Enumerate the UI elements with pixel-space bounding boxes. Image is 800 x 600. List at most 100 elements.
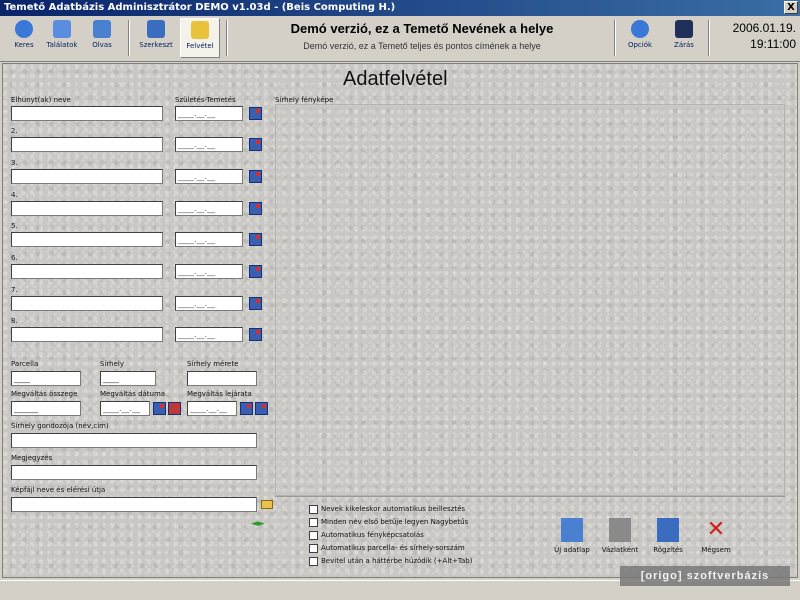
birth-death-date-field[interactable]: ____.__.__ [175, 327, 243, 342]
kepfajl-field[interactable] [11, 497, 257, 512]
sirhely-label: Sírhely [100, 360, 124, 368]
folder-icon[interactable] [261, 500, 273, 509]
megvaltas-lejarata-field[interactable]: ____.__.__ [187, 401, 237, 416]
draft-icon [609, 518, 631, 542]
watermark: [origo] szoftverbázis [620, 566, 790, 586]
edit-button[interactable]: Szerkeszt [136, 18, 176, 58]
cemetery-address: Demó verzió, ez a Temető teljes és ponto… [303, 41, 541, 51]
current-date: 2006.01.19. [732, 21, 796, 35]
option-label: Bevitel után a háttérbe húzódik (+Alt+Ta… [321, 557, 473, 565]
deceased-name-field[interactable] [11, 201, 163, 216]
megjegyzes-label: Megjegyzés [11, 454, 53, 462]
new-sheet-button[interactable]: Új adatlap [549, 516, 595, 564]
options-icon [631, 20, 649, 38]
option-label: Minden név első betűje legyen Nagybetűs [321, 518, 469, 526]
save-button[interactable]: Rögzítés [645, 516, 691, 564]
options-button[interactable]: Opciók [620, 18, 660, 58]
option-label: Nevek kikeleskor automatikus beillesztés [321, 505, 466, 513]
option-checkbox[interactable] [309, 531, 318, 540]
read-button[interactable]: Olvas [82, 18, 122, 58]
close-app-button[interactable]: Zárás [664, 18, 704, 58]
add-record-label: Felvétel [186, 42, 214, 50]
toolbar-separator [614, 20, 616, 56]
megvaltas-datuma-field[interactable]: ____.__.__ [100, 401, 150, 416]
close-app-icon [675, 20, 693, 38]
parcella-label: Parcella [11, 360, 39, 368]
birth-death-date-field[interactable]: ____.__.__ [175, 232, 243, 247]
draft-button[interactable]: Vázlatként [597, 516, 643, 564]
add-record-button[interactable]: Felvétel [180, 18, 220, 58]
cancel-icon: ✕ [706, 517, 726, 542]
cancel-button[interactable]: ✕ Mégsem [693, 516, 739, 564]
window-close-button[interactable]: X [784, 1, 798, 14]
edit-label: Szerkeszt [139, 41, 173, 49]
parcella-field[interactable]: ____ [11, 371, 81, 386]
new-sheet-icon [561, 518, 583, 542]
calendar-icon[interactable] [249, 170, 262, 183]
draft-label: Vázlatként [601, 546, 639, 554]
gondozo-field[interactable] [11, 433, 257, 448]
birth-death-label: Születés-Temetés [175, 96, 236, 104]
calendar-icon[interactable] [249, 107, 262, 120]
birth-death-date-field[interactable]: ____.__.__ [175, 201, 243, 216]
gondozo-label: Sírhely gondozója (név,cím) [11, 422, 109, 430]
calendar-icon[interactable] [153, 402, 166, 415]
prev-next-arrows-icon[interactable]: ◄► [251, 520, 267, 529]
row-number: 8. [11, 317, 18, 325]
toolbar-separator [128, 20, 130, 56]
deceased-name-field[interactable] [11, 327, 163, 342]
birth-death-date-field[interactable]: ____.__.__ [175, 169, 243, 184]
sirhely-merete-field[interactable] [187, 371, 257, 386]
read-icon [93, 20, 111, 38]
megjegyzes-field[interactable] [11, 465, 257, 480]
birth-death-date-field[interactable]: ____.__.__ [175, 106, 243, 121]
search-icon [15, 20, 33, 38]
calendar-plus-icon[interactable] [255, 402, 268, 415]
option-label: Automatikus fényképcsatolás [321, 531, 424, 539]
deceased-name-field[interactable] [11, 296, 163, 311]
birth-death-date-field[interactable]: ____.__.__ [175, 264, 243, 279]
row-number: 4. [11, 191, 18, 199]
results-label: Találatok [46, 41, 78, 49]
toolbar-separator [226, 20, 228, 56]
option-label: Automatikus parcella- és sírhely-sorszám [321, 544, 465, 552]
sirhely-field[interactable]: ____ [100, 371, 156, 386]
save-label: Rögzítés [653, 546, 683, 554]
cancel-label: Mégsem [701, 546, 731, 554]
results-button[interactable]: Találatok [42, 18, 82, 58]
deceased-name-field[interactable] [11, 232, 163, 247]
calendar-icon[interactable] [249, 328, 262, 341]
deceased-name-field[interactable] [11, 264, 163, 279]
data-entry-form: Adatfelvétel Elhunyt(ak) neve Születés-T… [2, 63, 798, 578]
search-button[interactable]: Keres [4, 18, 44, 58]
row-number: 7. [11, 286, 18, 294]
calendar-icon[interactable] [249, 265, 262, 278]
toolbar: Keres Találatok Olvas Szerkeszt Felvétel… [0, 16, 800, 62]
sirhely-merete-label: Sírhely mérete [187, 360, 239, 368]
options-label: Opciók [627, 41, 653, 49]
option-checkbox[interactable] [309, 518, 318, 527]
calendar-icon[interactable] [240, 402, 253, 415]
deceased-name-field[interactable] [11, 106, 163, 121]
title-bar: Temető Adatbázis Adminisztrátor DEMO v1.… [0, 0, 800, 16]
megvaltas-osszege-field[interactable]: ______ [11, 401, 81, 416]
photo-area[interactable] [275, 104, 785, 496]
calendar-icon[interactable] [249, 297, 262, 310]
deceased-name-field[interactable] [11, 137, 163, 152]
deceased-name-field[interactable] [11, 169, 163, 184]
calendar-icon[interactable] [249, 138, 262, 151]
edit-icon [147, 20, 165, 38]
option-checkbox[interactable] [309, 557, 318, 566]
calendar-clear-icon[interactable] [168, 402, 181, 415]
birth-death-date-field[interactable]: ____.__.__ [175, 296, 243, 311]
toolbar-separator [708, 20, 710, 56]
birth-death-date-field[interactable]: ____.__.__ [175, 137, 243, 152]
calendar-icon[interactable] [249, 202, 262, 215]
window-title: Temető Adatbázis Adminisztrátor DEMO v1.… [4, 2, 396, 13]
current-time: 19:11:00 [750, 37, 796, 51]
calendar-icon[interactable] [249, 233, 262, 246]
option-checkbox[interactable] [309, 505, 318, 514]
option-checkbox[interactable] [309, 544, 318, 553]
kepfajl-label: Képfájl neve és elérési útja [11, 486, 106, 494]
clock: 2006.01.19. 19:11:00 [712, 20, 796, 52]
